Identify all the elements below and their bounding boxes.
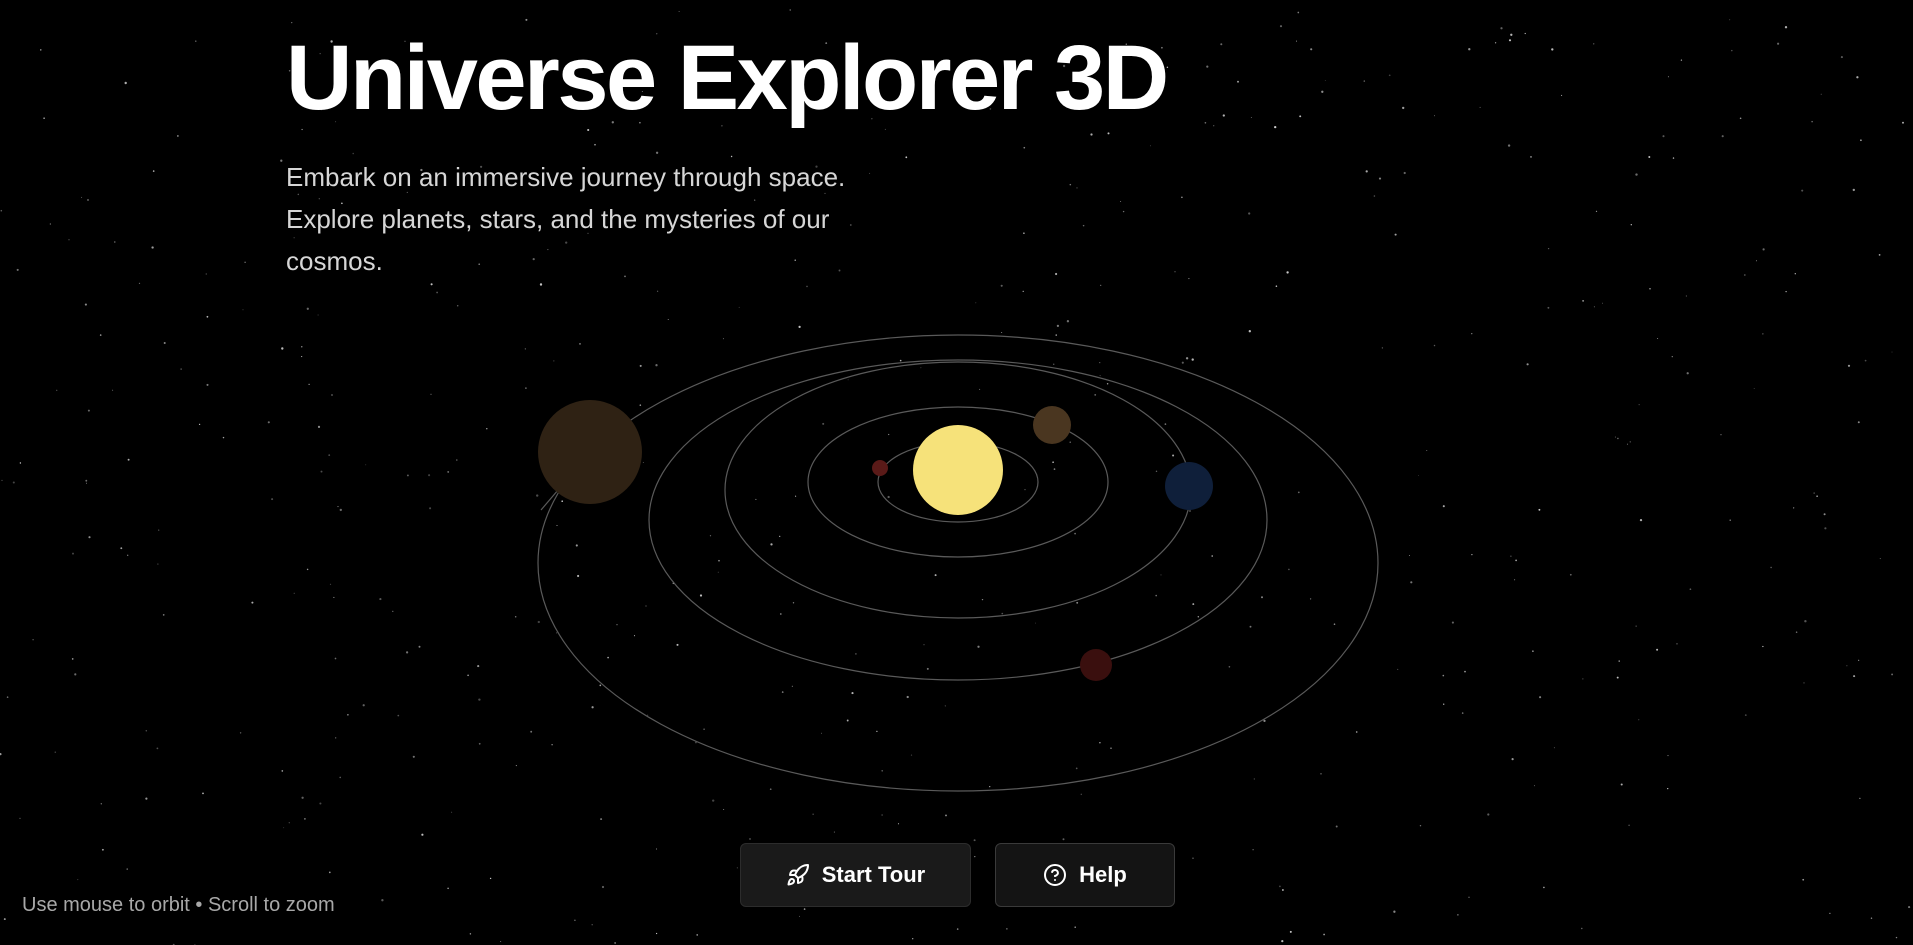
orbit-5 bbox=[537, 334, 1379, 792]
help-circle-icon bbox=[1043, 863, 1067, 887]
hero-section: Universe Explorer 3D Embark on an immers… bbox=[286, 22, 1286, 282]
page-title: Universe Explorer 3D bbox=[286, 27, 1169, 129]
rocket-icon bbox=[786, 863, 810, 887]
start-tour-button[interactable]: Start Tour bbox=[740, 843, 971, 907]
universe-viewport[interactable]: Universe Explorer 3D Embark on an immers… bbox=[0, 0, 1913, 945]
planet-venus[interactable] bbox=[1033, 406, 1071, 444]
controls-hint: Use mouse to orbit • Scroll to zoom bbox=[22, 894, 335, 916]
help-button[interactable]: Help bbox=[995, 843, 1175, 907]
page-description: Embark on an immersive journey through s… bbox=[286, 162, 846, 276]
help-label: Help bbox=[1079, 862, 1127, 887]
start-tour-label: Start Tour bbox=[821, 862, 926, 887]
planet-jupiter[interactable] bbox=[538, 400, 642, 504]
sun[interactable] bbox=[913, 425, 1003, 515]
planet-mercury[interactable] bbox=[872, 460, 888, 476]
planet-earth[interactable] bbox=[1165, 462, 1213, 510]
orbit-4 bbox=[648, 359, 1268, 681]
action-bar: Start Tour Help bbox=[740, 843, 1175, 907]
planet-mars[interactable] bbox=[1080, 649, 1112, 681]
